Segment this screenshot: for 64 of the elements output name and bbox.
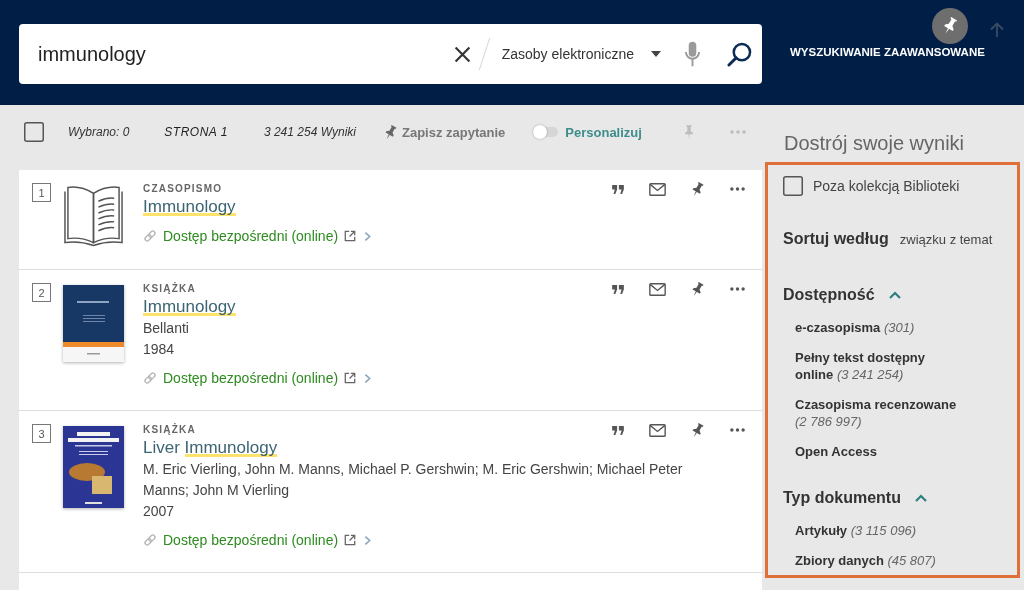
envelope-icon[interactable]	[649, 182, 666, 196]
sort-dropdown[interactable]: związku z temat	[899, 232, 993, 248]
save-query-button[interactable]: Zapisz zapytanie	[382, 123, 506, 141]
checkbox-label[interactable]: Poza kolekcją Biblioteki	[813, 177, 960, 195]
link-icon	[143, 371, 157, 385]
facet-heading[interactable]: Dostępność	[783, 284, 901, 306]
result-type: KSIĄŻKA	[143, 423, 196, 437]
pin-icon[interactable]	[932, 8, 968, 44]
external-link-icon[interactable]	[344, 372, 357, 384]
checkbox[interactable]	[783, 176, 803, 196]
result-authors: M. Eric Vierling, John M. Manns, Michael P. Gershwin; M. Eric Gershwin; Michael Peter Manns; John M Vierling	[143, 460, 684, 500]
result-year: 1984	[143, 340, 175, 359]
result-type: CZASOPISMO	[143, 182, 223, 196]
envelope-icon[interactable]	[649, 423, 666, 437]
search-icon[interactable]	[727, 41, 752, 67]
sort-label: Sortuj według	[783, 229, 889, 249]
facet-count: (2 786 997)	[795, 414, 862, 429]
facet-item[interactable]: Zbiory danych (45 807)	[795, 552, 936, 569]
selected-count: Wybrano: 0	[68, 125, 130, 139]
scope-dropdown[interactable]: Zasoby elektroniczne	[501, 45, 661, 63]
facet-heading[interactable]: Typ dokumentu	[783, 487, 927, 509]
facet-count: (45 807)	[887, 553, 936, 568]
more-icon[interactable]	[730, 187, 745, 191]
sidebar-title: Dostrój swoje wyniki	[784, 131, 965, 155]
facet-item[interactable]: e-czasopisma (301)	[795, 319, 915, 336]
open-book-icon[interactable]	[63, 183, 124, 247]
facet-count: (3 115 096)	[850, 523, 917, 538]
link-icon	[143, 229, 157, 243]
link-icon	[143, 533, 157, 547]
toggle-switch[interactable]	[533, 125, 559, 139]
envelope-icon[interactable]	[649, 282, 666, 296]
result-authors: Bellanti	[143, 319, 189, 338]
quote-icon[interactable]	[612, 425, 624, 435]
result-type: KSIĄŻKA	[143, 282, 196, 296]
quote-icon[interactable]	[612, 284, 624, 294]
online-access-link[interactable]: Dostęp bezpośredni (online)	[163, 228, 339, 244]
online-access-link[interactable]: Dostęp bezpośredni (online)	[163, 370, 339, 386]
external-link-icon[interactable]	[344, 534, 357, 546]
facet-item[interactable]: Artykuły (3 115 096)	[795, 522, 917, 539]
results-count: 3 241 254 Wyniki	[263, 125, 356, 139]
online-access-link[interactable]: Dostęp bezpośredni (online)	[163, 532, 339, 548]
facet-item[interactable]: Open Access	[795, 443, 877, 460]
more-icon[interactable]	[730, 428, 745, 432]
result-number: 1	[32, 183, 51, 202]
search-field[interactable]: immunology Zasoby elektroniczne	[19, 24, 762, 84]
external-link-icon[interactable]	[344, 230, 357, 242]
quote-icon[interactable]	[612, 184, 624, 194]
search-input[interactable]: immunology	[38, 40, 444, 68]
facet-count: (301)	[883, 320, 915, 335]
book-cover-drawing[interactable]	[63, 426, 124, 508]
checkbox[interactable]	[24, 122, 44, 142]
caret-down-icon	[651, 51, 661, 57]
microphone-icon[interactable]	[684, 40, 701, 68]
facet-item[interactable]: Pełny tekst dostępny online (3 241 254)	[795, 349, 961, 383]
result-year: 2007	[143, 502, 175, 521]
result-number: 2	[32, 283, 51, 302]
result-number: 3	[32, 424, 51, 443]
book-cover-drawing[interactable]	[63, 285, 124, 362]
clear-icon[interactable]	[453, 45, 471, 63]
facet-count: (3 241 254)	[836, 367, 904, 382]
page-label: STRONA 1	[164, 125, 228, 139]
facet-item[interactable]: Czasopisma recenzowane (2 786 997)	[795, 396, 961, 430]
advanced-search-link[interactable]: WYSZUKIWANIE ZAAWANSOWANE	[790, 45, 985, 59]
more-icon[interactable]	[730, 287, 745, 291]
